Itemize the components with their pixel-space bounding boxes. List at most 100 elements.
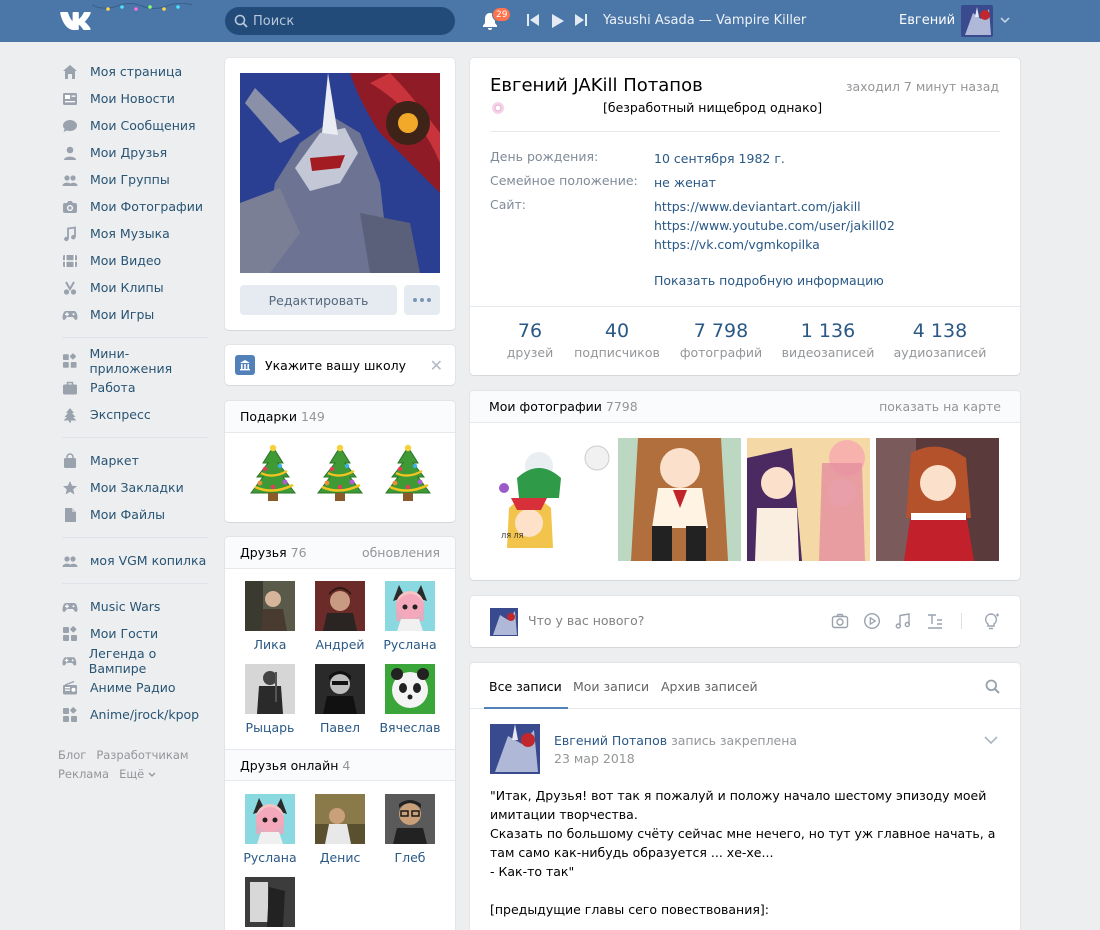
school-prompt-card[interactable]: Укажите вашу школу ✕ xyxy=(225,345,455,385)
tab-my-posts[interactable]: Мои записи xyxy=(573,679,649,694)
search-box[interactable] xyxy=(225,7,455,35)
photos-header[interactable]: Мои фотографии 7798 показать на карте xyxy=(470,391,1020,423)
friends-online-header[interactable]: Друзья онлайн 4 xyxy=(225,749,455,781)
sidebar-item[interactable]: Anime/jrock/kpop xyxy=(58,701,208,728)
sidebar-item[interactable]: Мои Группы xyxy=(58,166,208,193)
friends-card: Друзья 76 обновления Лика Андрей Руслана Ры… xyxy=(225,537,455,930)
sidebar-item[interactable]: Мои Закладки xyxy=(58,474,208,501)
footer-blog-link[interactable]: Блог xyxy=(58,748,86,762)
gifts-header[interactable]: Подарки 149 xyxy=(225,401,455,433)
bag-icon xyxy=(64,452,76,468)
profile-counter[interactable]: 4 138 аудиозаписей xyxy=(885,320,995,360)
sidebar-item[interactable]: Мои Видео xyxy=(58,247,208,274)
sidebar-item[interactable]: Мои Сообщения xyxy=(58,112,208,139)
header-avatar[interactable] xyxy=(961,5,993,37)
sidebar-item[interactable]: Моя Музыка xyxy=(58,220,208,247)
sidebar-item-label: Мои Видео xyxy=(90,253,162,268)
more-actions-button[interactable] xyxy=(404,285,440,315)
friend-item[interactable]: Лика xyxy=(235,581,305,652)
music-note-icon[interactable] xyxy=(894,612,912,630)
profile-counter[interactable]: 7 798 фотографий xyxy=(666,320,776,360)
tab-archive[interactable]: Архив записей xyxy=(661,679,758,694)
show-more-info-link[interactable]: Показать подробную информацию xyxy=(654,271,884,290)
search-input[interactable] xyxy=(253,11,448,31)
profile-counter[interactable]: 1 136 видеозаписей xyxy=(773,320,883,360)
friend-item[interactable]: Рыцарь xyxy=(235,664,305,735)
sidebar-item[interactable]: Мои Гости xyxy=(58,620,208,647)
new-post-card[interactable]: Что у вас нового? xyxy=(470,596,1020,647)
sidebar-item[interactable]: Маркет xyxy=(58,447,208,474)
new-post-input[interactable]: Что у вас нового? xyxy=(528,613,644,628)
site-link[interactable]: https://www.youtube.com/user/jakill02 xyxy=(654,216,895,235)
friend-item[interactable]: Андрей xyxy=(305,581,375,652)
sidebar-item-label: моя VGM копилка xyxy=(90,553,207,568)
gift-thumbnail[interactable] xyxy=(314,443,366,505)
edit-profile-button[interactable]: Редактировать xyxy=(240,285,397,315)
sidebar-item[interactable]: Работа xyxy=(58,374,208,401)
friend-item[interactable]: Руслана xyxy=(375,581,445,652)
sidebar-item[interactable]: Моя страница xyxy=(58,58,208,85)
sidebar-item[interactable]: Music Wars xyxy=(58,593,208,620)
tab-all-posts[interactable]: Все записи xyxy=(489,679,562,694)
friend-item[interactable]: Глеб xyxy=(375,794,445,865)
sidebar-item[interactable]: Легенда о Вампире xyxy=(58,646,208,676)
footer-developers-link[interactable]: Разработчикам xyxy=(96,748,188,762)
post-text: "Итак, Друзья! вот так я пожалуй и полож… xyxy=(490,786,1000,919)
friend-item[interactable]: Денис xyxy=(305,794,375,865)
profile-counter[interactable]: 40 подписчиков xyxy=(562,320,672,360)
site-link[interactable]: https://vk.com/vgmkopilka xyxy=(654,235,895,254)
sidebar-item[interactable]: Мини-приложения xyxy=(58,346,208,376)
chevron-down-icon[interactable] xyxy=(1000,17,1010,24)
gifts-card[interactable]: Подарки 149 xyxy=(225,401,455,522)
chevron-down-icon[interactable] xyxy=(984,736,998,745)
post-avatar[interactable] xyxy=(490,724,540,774)
photo-thumbnail[interactable] xyxy=(618,438,741,561)
profile-photo[interactable] xyxy=(240,73,440,273)
search-icon[interactable] xyxy=(985,679,1000,694)
photo-thumbnail[interactable]: ЛЯ ЛЯ xyxy=(489,438,612,561)
sidebar-item[interactable]: Мои Новости xyxy=(58,85,208,112)
sidebar-item-label: Мои Друзья xyxy=(90,145,168,160)
previous-track-icon[interactable] xyxy=(527,13,539,27)
search-icon xyxy=(234,14,248,28)
show-on-map-link[interactable]: показать на карте xyxy=(879,399,1001,414)
friend-item[interactable]: Вячеслав xyxy=(375,664,445,735)
online-friend-item[interactable] xyxy=(235,877,305,927)
sidebar-item-label: Мои Клипы xyxy=(90,280,164,295)
vk-logo-icon[interactable] xyxy=(58,8,94,34)
play-icon[interactable] xyxy=(551,13,565,29)
camera-icon[interactable] xyxy=(831,612,849,630)
close-icon[interactable]: ✕ xyxy=(430,356,443,375)
friends-header[interactable]: Друзья 76 обновления xyxy=(225,537,455,569)
article-icon[interactable] xyxy=(926,612,944,630)
next-track-icon[interactable] xyxy=(575,13,587,27)
photo-thumbnail[interactable] xyxy=(747,438,870,561)
birthday-value[interactable]: 10 сентября 1982 г. xyxy=(654,149,785,168)
sidebar-item[interactable]: моя VGM копилка xyxy=(58,547,208,574)
family-value[interactable]: не женат xyxy=(654,173,716,192)
sidebar-item[interactable]: Аниме Радио xyxy=(58,674,208,701)
gift-thumbnail[interactable] xyxy=(382,443,434,505)
footer-more-link[interactable]: Ещё xyxy=(119,767,156,781)
friend-item[interactable]: Руслана xyxy=(235,794,305,865)
sidebar-item[interactable]: Мои Друзья xyxy=(58,139,208,166)
gift-thumbnail[interactable] xyxy=(247,443,299,505)
sidebar-item[interactable]: Экспресс xyxy=(58,401,208,428)
user-menu-name[interactable]: Евгений xyxy=(899,13,955,28)
post-date[interactable]: 23 мар 2018 xyxy=(554,751,635,766)
post-author-link[interactable]: Евгений Потапов xyxy=(554,733,667,748)
photo-thumbnail[interactable] xyxy=(876,438,999,561)
sidebar-item[interactable]: Мои Клипы xyxy=(58,274,208,301)
footer-ads-link[interactable]: Реклама xyxy=(58,767,109,781)
sidebar-item-label: Работа xyxy=(90,380,136,395)
video-play-icon[interactable] xyxy=(863,612,881,630)
friend-item[interactable]: Павел xyxy=(305,664,375,735)
site-link[interactable]: https://www.deviantart.com/jakill xyxy=(654,197,895,216)
sidebar-item[interactable]: Мои Файлы xyxy=(58,501,208,528)
sidebar-item[interactable]: Мои Игры xyxy=(58,301,208,328)
profile-status[interactable]: [безработный нищеброд однако] xyxy=(603,100,822,115)
idea-bulb-icon[interactable] xyxy=(982,612,1000,630)
sidebar-item[interactable]: Мои Фотографии xyxy=(58,193,208,220)
friends-updates-link[interactable]: обновления xyxy=(362,545,440,560)
now-playing-track[interactable]: Yasushi Asada — Vampire Killer xyxy=(603,13,806,28)
